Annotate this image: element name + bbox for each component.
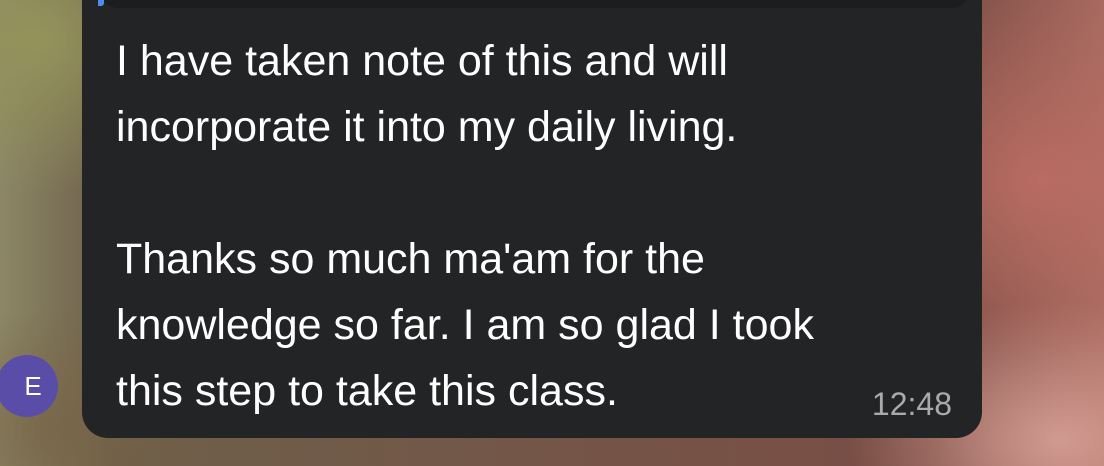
message-line: I have taken note of this and will — [116, 37, 728, 85]
previous-message-edge — [100, 0, 970, 8]
message-line: knowledge so far. I am so glad I took — [116, 301, 814, 349]
message-line: Thanks so much ma'am for the — [116, 235, 705, 283]
message-line: this step to take this class. — [116, 367, 618, 415]
sender-avatar[interactable]: E — [0, 355, 58, 417]
chat-message-row: I have taken note of this and will incor… — [0, 0, 1104, 466]
message-timestamp: 12:48 — [871, 386, 952, 422]
reply-accent-marker — [98, 0, 104, 6]
message-text: I have taken note of this and will incor… — [116, 28, 956, 424]
avatar-initial: E — [24, 370, 42, 401]
message-line: incorporate it into my daily living. — [116, 103, 738, 151]
